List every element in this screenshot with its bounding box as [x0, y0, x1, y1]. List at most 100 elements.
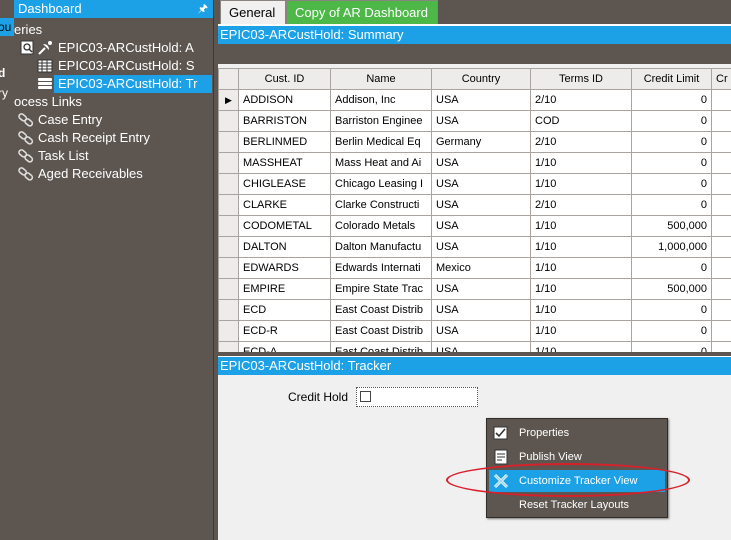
cell-credit-limit[interactable]: 0 — [631, 320, 712, 342]
table-row[interactable]: CLARKE Clarke Constructi USA 2/10 0 — [218, 194, 731, 216]
cell-terms-id[interactable]: 1/10 — [530, 152, 632, 174]
row-selector[interactable] — [218, 236, 239, 258]
menu-item-reset-tracker-layouts[interactable]: Reset Tracker Layouts — [489, 494, 665, 516]
cell-name[interactable]: Edwards Internati — [330, 257, 432, 279]
cell-name[interactable]: Chicago Leasing I — [330, 173, 432, 195]
cell-terms-id[interactable]: 1/10 — [530, 257, 632, 279]
cell-terms-id[interactable]: 1/10 — [530, 278, 632, 300]
cell-cr[interactable] — [711, 215, 731, 237]
tree-item-tracker[interactable]: EPIC03-ARCustHold: Tr — [14, 75, 213, 93]
cell-name[interactable]: Colorado Metals — [330, 215, 432, 237]
cell-country[interactable]: USA — [431, 152, 531, 174]
cell-terms-id[interactable]: 1/10 — [530, 236, 632, 258]
cell-name[interactable]: East Coast Distrib — [330, 299, 432, 321]
cell-cust-id[interactable]: CHIGLEASE — [238, 173, 331, 195]
table-row[interactable]: BERLINMED Berlin Medical Eq Germany 2/10 0 — [218, 131, 731, 153]
cell-cr[interactable] — [711, 320, 731, 342]
cell-cr[interactable] — [711, 110, 731, 132]
cell-cr[interactable] — [711, 257, 731, 279]
cell-cust-id[interactable]: ECD-R — [238, 320, 331, 342]
cell-country[interactable]: USA — [431, 299, 531, 321]
cell-name[interactable]: East Coast Distrib — [330, 320, 432, 342]
cell-cr[interactable] — [711, 278, 731, 300]
cell-country[interactable]: USA — [431, 215, 531, 237]
cell-cr[interactable] — [711, 341, 731, 352]
cell-credit-limit[interactable]: 0 — [631, 173, 712, 195]
row-selector[interactable] — [218, 278, 239, 300]
cell-credit-limit[interactable]: 0 — [631, 341, 712, 352]
cell-country[interactable]: USA — [431, 236, 531, 258]
cell-cr[interactable] — [711, 299, 731, 321]
process-link-task-list[interactable]: Task List — [14, 147, 213, 165]
cell-terms-id[interactable]: 2/10 — [530, 131, 632, 153]
cell-country[interactable]: USA — [431, 341, 531, 352]
cell-credit-limit[interactable]: 0 — [631, 131, 712, 153]
cell-cr[interactable] — [711, 89, 731, 111]
cell-credit-limit[interactable]: 0 — [631, 89, 712, 111]
tab-copy-of-ar-dashboard[interactable]: Copy of AR Dashboard — [286, 0, 438, 24]
queries-group-label[interactable]: eries — [14, 21, 42, 39]
cell-cust-id[interactable]: BERLINMED — [238, 131, 331, 153]
process-links-group-label[interactable]: ocess Links — [14, 93, 82, 111]
table-row[interactable]: ▶ ADDISON Addison, Inc USA 2/10 0 — [218, 89, 731, 111]
row-selector[interactable] — [218, 320, 239, 342]
cell-credit-limit[interactable]: 500,000 — [631, 278, 712, 300]
row-selector[interactable] — [218, 194, 239, 216]
table-row[interactable]: ECD-R East Coast Distrib USA 1/10 0 — [218, 320, 731, 342]
table-row[interactable]: EMPIRE Empire State Trac USA 1/10 500,000 — [218, 278, 731, 300]
cell-country[interactable]: USA — [431, 194, 531, 216]
row-selector[interactable] — [218, 299, 239, 321]
pin-icon[interactable]: 🖈 — [198, 0, 208, 18]
column-header-cust-id[interactable]: Cust. ID — [238, 68, 331, 90]
cell-name[interactable]: Dalton Manufactu — [330, 236, 432, 258]
cell-name[interactable]: Clarke Constructi — [330, 194, 432, 216]
cell-country[interactable]: USA — [431, 278, 531, 300]
cell-cust-id[interactable]: ADDISON — [238, 89, 331, 111]
menu-item-customize-tracker-view[interactable]: Customize Tracker View — [489, 470, 665, 492]
table-row[interactable]: BARRISTON Barriston Enginee USA COD 0 — [218, 110, 731, 132]
row-selector[interactable] — [218, 173, 239, 195]
column-header-cr[interactable]: Cr — [711, 68, 731, 90]
cell-credit-limit[interactable]: 0 — [631, 194, 712, 216]
table-row[interactable]: CODOMETAL Colorado Metals USA 1/10 500,000 — [218, 215, 731, 237]
cell-credit-limit[interactable]: 0 — [631, 152, 712, 174]
cell-credit-limit[interactable]: 500,000 — [631, 215, 712, 237]
cell-terms-id[interactable]: 1/10 — [530, 320, 632, 342]
process-link-cash-receipt-entry[interactable]: Cash Receipt Entry — [14, 129, 213, 147]
cell-name[interactable]: Addison, Inc — [330, 89, 432, 111]
cell-cr[interactable] — [711, 236, 731, 258]
table-row[interactable]: CHIGLEASE Chicago Leasing I USA 1/10 0 — [218, 173, 731, 195]
cell-terms-id[interactable]: 1/10 — [530, 299, 632, 321]
cell-cr[interactable] — [711, 131, 731, 153]
row-selector[interactable] — [218, 152, 239, 174]
cell-country[interactable]: USA — [431, 320, 531, 342]
cell-terms-id[interactable]: 1/10 — [530, 215, 632, 237]
cell-cust-id[interactable]: EMPIRE — [238, 278, 331, 300]
table-row[interactable]: ECD East Coast Distrib USA 1/10 0 — [218, 299, 731, 321]
row-selector[interactable] — [218, 131, 239, 153]
cell-cr[interactable] — [711, 173, 731, 195]
process-link-aged-receivables[interactable]: Aged Receivables — [14, 165, 213, 183]
cell-cust-id[interactable]: ECD — [238, 299, 331, 321]
cell-terms-id[interactable]: 1/10 — [530, 341, 632, 352]
credit-hold-checkbox[interactable] — [360, 391, 371, 402]
cell-name[interactable]: Barriston Enginee — [330, 110, 432, 132]
cell-terms-id[interactable]: 1/10 — [530, 173, 632, 195]
cell-terms-id[interactable]: 2/10 — [530, 89, 632, 111]
cell-terms-id[interactable]: 2/10 — [530, 194, 632, 216]
menu-item-publish-view[interactable]: Publish View — [489, 446, 665, 468]
row-selector[interactable] — [218, 257, 239, 279]
process-link-case-entry[interactable]: Case Entry — [14, 111, 213, 129]
cell-country[interactable]: USA — [431, 173, 531, 195]
cell-credit-limit[interactable]: 0 — [631, 299, 712, 321]
row-selector[interactable]: ▶ — [218, 89, 239, 111]
cell-cust-id[interactable]: CODOMETAL — [238, 215, 331, 237]
cell-country[interactable]: USA — [431, 110, 531, 132]
cell-credit-limit[interactable]: 0 — [631, 257, 712, 279]
cell-cust-id[interactable]: ECD-A — [238, 341, 331, 352]
column-header-country[interactable]: Country — [431, 68, 531, 90]
cell-terms-id[interactable]: COD — [530, 110, 632, 132]
cell-country[interactable]: Germany — [431, 131, 531, 153]
tab-general[interactable]: General — [220, 0, 286, 24]
table-row[interactable]: ECD-A East Coast Distrib USA 1/10 0 — [218, 341, 731, 352]
